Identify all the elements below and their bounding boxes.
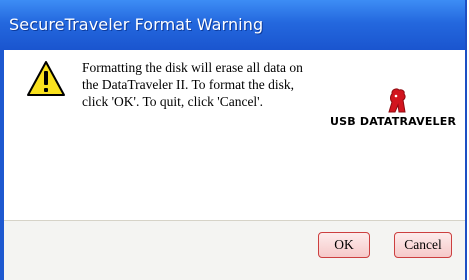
dialog-content: Formatting the disk will erase all data … [4, 50, 465, 220]
logo-text: USB DATATRAVELER [330, 115, 457, 128]
button-area-divider [4, 220, 465, 221]
title-bar[interactable]: SecureTraveler Format Warning [0, 0, 465, 50]
warning-message: Formatting the disk will erase all data … [82, 60, 303, 109]
ok-button[interactable]: OK [318, 232, 370, 258]
cancel-button[interactable]: Cancel [394, 232, 452, 258]
dialog-window: SecureTraveler Format Warning Formatting… [0, 0, 467, 280]
warning-icon [26, 60, 66, 103]
window-title: SecureTraveler Format Warning [9, 15, 264, 34]
